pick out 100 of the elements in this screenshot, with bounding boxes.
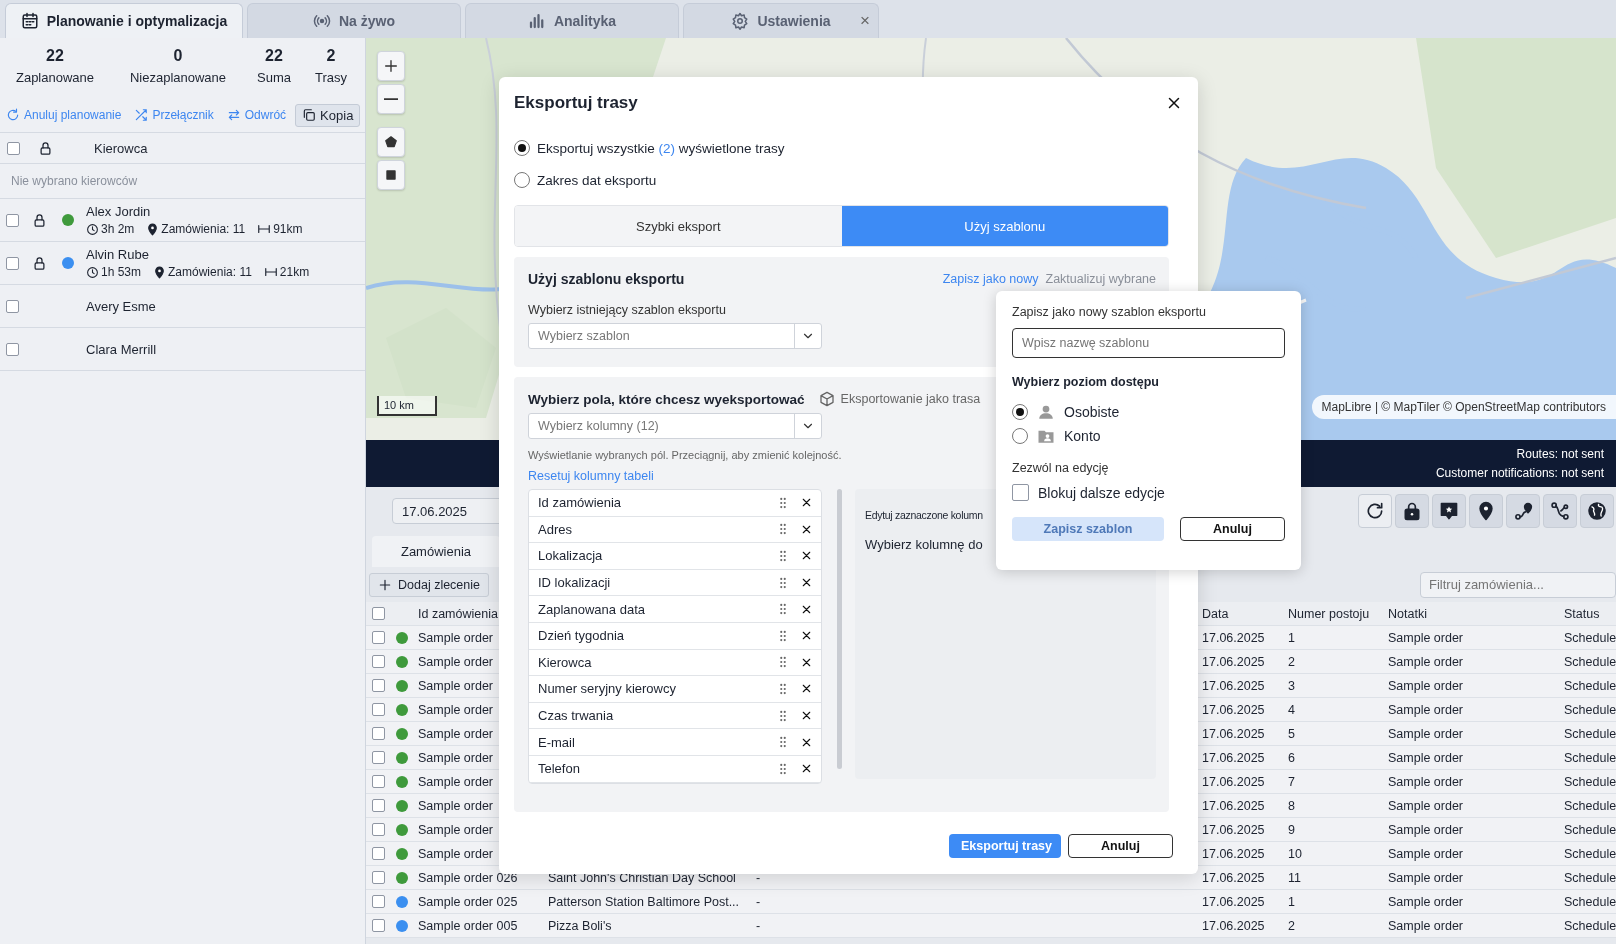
clock-icon	[86, 222, 99, 236]
checkbox[interactable]	[372, 847, 385, 860]
table-cell-text: Pizza Boli's	[548, 918, 613, 933]
copy-icon	[302, 108, 317, 122]
template-dropdown[interactable]: Wybierz szablon	[528, 323, 822, 349]
cube-icon	[818, 391, 835, 407]
table-cell-text: Sample order 025	[418, 894, 519, 909]
stat-label: Suma	[257, 70, 291, 85]
checkbox[interactable]	[6, 256, 19, 270]
rectangle-tool-button[interactable]	[377, 160, 405, 190]
table-cell-text: 17.06.2025	[1202, 702, 1266, 717]
cancel-button[interactable]: Anuluj	[1068, 834, 1173, 858]
radio-button[interactable]	[514, 172, 530, 188]
zoom-in-button[interactable]	[377, 51, 405, 81]
checkbox[interactable]	[372, 751, 385, 764]
reset-link[interactable]: Resetuj kolumny tabeli	[528, 469, 654, 483]
checkbox[interactable]	[372, 631, 385, 644]
checkbox[interactable]	[6, 342, 19, 356]
radio-label: Zakres dat eksportu	[537, 172, 657, 188]
segment-tab[interactable]: Szybki eksport	[515, 206, 842, 246]
undo-icon	[6, 108, 20, 122]
table-cell-text: 17.06.2025	[1202, 750, 1266, 765]
radio-button[interactable]	[1012, 404, 1028, 420]
plus-icon	[383, 58, 399, 74]
checkbox[interactable]	[372, 871, 385, 884]
chat-star-button[interactable]	[1432, 494, 1466, 528]
panel-text: Wybierz kolumnę do	[865, 537, 983, 552]
table-cell-text: 5	[1288, 726, 1296, 741]
checkbox[interactable]	[1012, 484, 1029, 501]
filter-field[interactable]: Filtruj zamówienia...	[1420, 571, 1616, 598]
tab[interactable]: Analityka	[465, 3, 679, 38]
checkbox[interactable]	[372, 775, 385, 788]
checkbox[interactable]	[6, 213, 19, 227]
link[interactable]: Zapisz jako nowy	[942, 272, 1039, 286]
segment-tab[interactable]: Użyj szablonu	[841, 206, 1168, 246]
radio-button[interactable]	[514, 140, 530, 156]
empty-note: Nie wybrano kierowców	[0, 164, 365, 199]
radio-label: Konto	[1064, 428, 1101, 444]
column-name: Czas trwania	[538, 708, 615, 724]
checkbox[interactable]	[6, 299, 19, 313]
lock-icon	[1402, 501, 1422, 521]
column-header: Kierowca	[93, 140, 148, 156]
tab[interactable]: Zamówienia	[372, 536, 500, 567]
checkbox[interactable]	[372, 919, 385, 932]
columns-dropdown[interactable]: Wybierz kolumny (12)	[528, 413, 822, 439]
route-button[interactable]	[1506, 494, 1540, 528]
table-cell-text: 7	[1288, 774, 1296, 789]
column-name: Kierowca	[538, 654, 593, 670]
checkbox[interactable]	[372, 727, 385, 740]
checkbox[interactable]	[372, 607, 385, 620]
column-name: E-mail	[538, 734, 576, 750]
table-cell-text: Sample order	[1388, 654, 1465, 669]
globe-button[interactable]	[1580, 494, 1614, 528]
column-header: Notatki	[1388, 606, 1428, 621]
pin-button[interactable]	[1469, 494, 1503, 528]
copy-button[interactable]: Kopia	[295, 103, 361, 127]
swap-icon	[226, 108, 241, 122]
route-button[interactable]	[1543, 494, 1577, 528]
table-cell-text: 2	[1288, 654, 1296, 669]
table-cell-text: 11	[1288, 870, 1302, 885]
cancel-button[interactable]: Anuluj	[1180, 517, 1285, 541]
checkbox[interactable]	[372, 823, 385, 836]
template-name-field[interactable]: Wpisz nazwę szablonu	[1012, 328, 1285, 358]
stat-label: Niezaplanowane	[129, 70, 227, 85]
table-cell-text: 4	[1288, 702, 1296, 717]
pentagon-icon	[384, 135, 398, 149]
table-cell-text: 8	[1288, 798, 1296, 813]
export-button[interactable]: Eksportuj trasy	[949, 834, 1061, 858]
zoom-out-button[interactable]	[377, 84, 405, 114]
tab[interactable]: Ustawienia ×	[683, 3, 879, 38]
radio-button[interactable]	[1012, 428, 1028, 444]
checkbox[interactable]	[372, 655, 385, 668]
table-cell-text: Sample order	[1388, 630, 1465, 645]
order-count: Zamówienia: 11	[168, 265, 252, 279]
action-link[interactable]: Odwróć	[226, 108, 287, 122]
table-cell-text: 1	[1288, 630, 1296, 645]
refresh-button[interactable]	[1358, 494, 1392, 528]
checkbox[interactable]	[372, 703, 385, 716]
checkbox[interactable]	[6, 141, 20, 155]
lock-button[interactable]	[1395, 494, 1429, 528]
table-cell-text: Sample order	[1388, 822, 1465, 837]
globe-icon	[1587, 501, 1607, 521]
checkbox[interactable]	[372, 895, 385, 908]
tab[interactable]: Na żywo	[247, 3, 461, 38]
table-cell: Schedule	[1564, 870, 1616, 885]
table-cell-text: 9	[1288, 822, 1296, 837]
table-cell-text: Sample order	[1388, 918, 1465, 933]
table-cell: Schedule	[1564, 654, 1616, 669]
polygon-tool-button[interactable]	[377, 127, 405, 157]
add-order-button[interactable]: Dodaj zlecenie	[369, 572, 489, 597]
close-button[interactable]: ×	[858, 11, 872, 31]
action-link[interactable]: Anuluj planowanie	[6, 108, 122, 122]
checkbox[interactable]	[372, 679, 385, 692]
table-cell-text: Sample order	[418, 798, 495, 813]
checkbox[interactable]	[372, 799, 385, 812]
scrollbar[interactable]	[837, 489, 842, 769]
action-link[interactable]: Przełącznik	[134, 108, 214, 122]
table-cell: Schedule	[1564, 678, 1616, 693]
table-cell-text: Sample order	[418, 822, 495, 837]
tab[interactable]: Planowanie i optymalizacja	[5, 3, 243, 38]
